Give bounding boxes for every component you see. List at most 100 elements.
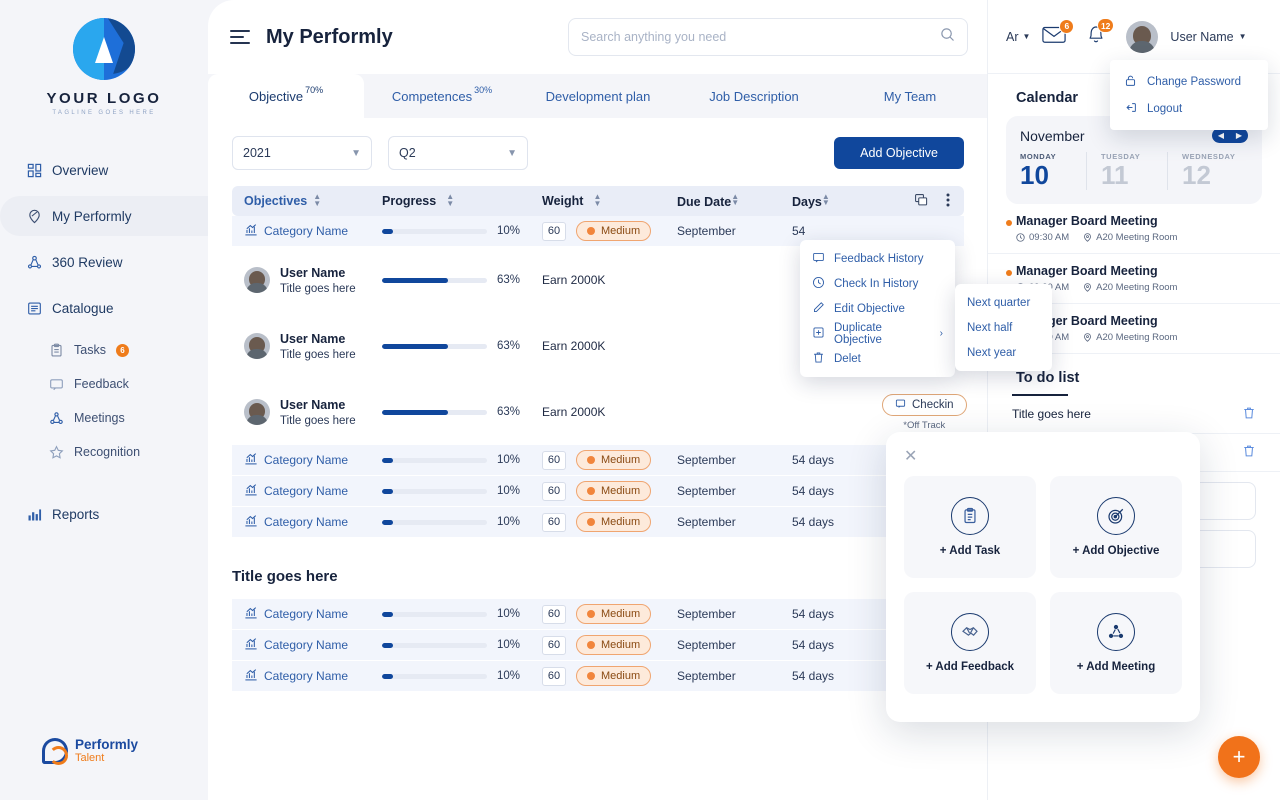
trash-icon[interactable]	[1242, 406, 1256, 423]
category-name: Category Name	[264, 669, 348, 683]
progress-bar	[382, 410, 487, 415]
weight-input[interactable]: 60	[542, 605, 566, 624]
menu-item-duplicate-objective[interactable]: Duplicate Objective ›	[800, 321, 955, 346]
avatar[interactable]	[1126, 21, 1158, 53]
add-floating-button[interactable]: +	[1218, 736, 1260, 778]
add-objective-button[interactable]: Add Objective	[834, 137, 964, 169]
calendar-nav[interactable]: ◀ ▶	[1212, 128, 1248, 143]
tab-job-description[interactable]: Job Description	[676, 74, 832, 118]
calendar-event[interactable]: Manager Board Meeting 09:30 AM A20 Meeti…	[988, 204, 1280, 254]
list-item[interactable]: Title goes here	[988, 396, 1280, 434]
quarter-select[interactable]: Q2 ▼	[388, 136, 528, 170]
sort-icon[interactable]: ▲▼	[731, 194, 738, 208]
year-select[interactable]: 2021 ▼	[232, 136, 372, 170]
row-name-cell: Category Name	[232, 452, 382, 469]
menu-item-change-password[interactable]: Change Password	[1110, 68, 1268, 95]
col-progress[interactable]: Progress▲▼	[382, 194, 542, 208]
priority-badge: Medium	[576, 512, 651, 532]
checkin-button[interactable]: Checkin	[882, 394, 967, 416]
menu-item-edit-objective[interactable]: Edit Objective	[800, 296, 955, 321]
weight-input[interactable]: 60	[542, 636, 566, 655]
checkin-icon	[895, 398, 906, 412]
submenu-item-next-quarter[interactable]: Next quarter	[955, 290, 1052, 315]
app-logo: YOUR LOGO TAGLINE GOES HERE	[0, 0, 208, 116]
sidebar-item-label: Overview	[52, 163, 108, 178]
table-row[interactable]: Category Name 10% 60 Medium September 54…	[232, 630, 964, 661]
row-days-cell: 54 days	[792, 515, 882, 529]
weight-input[interactable]: 60	[542, 482, 566, 501]
calendar-day[interactable]: WEDNESDAY 12	[1167, 152, 1248, 190]
submenu-item-next-half[interactable]: Next half	[955, 315, 1052, 340]
trash-icon[interactable]	[1242, 444, 1256, 461]
tab-objective[interactable]: Objective70%	[208, 74, 364, 118]
col-days[interactable]: Days▲▼	[792, 194, 882, 209]
sidebar-item-my-performly[interactable]: My Performly	[0, 196, 208, 236]
sort-icon[interactable]: ▲▼	[313, 194, 320, 208]
col-due-date[interactable]: Due Date▲▼	[677, 194, 792, 209]
main-content: 2021 ▼ Q2 ▼ Add Objective Objectives▲▼ P…	[208, 118, 988, 692]
weight-input[interactable]: 60	[542, 513, 566, 532]
search-input[interactable]	[581, 30, 932, 44]
search-icon[interactable]	[940, 27, 955, 47]
weight-input[interactable]: 60	[542, 451, 566, 470]
chevron-right-icon[interactable]: ▶	[1236, 132, 1242, 140]
chevron-down-icon: ▼	[1239, 32, 1247, 41]
duplicate-icon[interactable]	[914, 193, 928, 210]
calendar-day[interactable]: TUESDAY 11	[1086, 152, 1167, 190]
user-menu-trigger[interactable]: User Name ▼	[1170, 30, 1246, 44]
add-feedback-card[interactable]: + Add Feedback	[904, 592, 1036, 694]
location-pin-icon	[1083, 233, 1092, 242]
sidebar-item-catalogue[interactable]: Catalogue	[0, 288, 208, 328]
menu-item-logout[interactable]: Logout	[1110, 95, 1268, 122]
table-row[interactable]: Category Name 10% 60 Medium September 54…	[232, 507, 964, 538]
notifications-button[interactable]: 12	[1086, 24, 1106, 49]
sidebar-item-meetings[interactable]: Meetings	[0, 402, 208, 434]
sidebar-item-360-review[interactable]: 360 Review	[0, 242, 208, 282]
sidebar-item-tasks[interactable]: Tasks 6	[0, 334, 208, 366]
performly-talent-logo: Performly Talent	[42, 738, 138, 764]
submenu-item-next-year[interactable]: Next year	[955, 340, 1052, 365]
add-task-card[interactable]: + Add Task	[904, 476, 1036, 578]
close-icon[interactable]: ✕	[904, 446, 920, 466]
sidebar-item-reports[interactable]: Reports	[0, 494, 208, 534]
sub-row[interactable]: User Name Title goes here 63% Earn 2000K	[232, 379, 964, 445]
chevron-down-icon: ▼	[351, 148, 361, 159]
tab-my-team[interactable]: My Team	[832, 74, 988, 118]
search-box[interactable]	[568, 18, 968, 56]
table-row[interactable]: Category Name 10% 60 Medium September 54…	[232, 476, 964, 507]
calendar-day[interactable]: MONDAY 10	[1020, 152, 1086, 190]
add-meeting-card[interactable]: + Add Meeting	[1050, 592, 1182, 694]
language-selector[interactable]: Ar ▼	[1006, 30, 1030, 44]
weight-input[interactable]: 60	[542, 667, 566, 686]
add-objective-card[interactable]: + Add Objective	[1050, 476, 1182, 578]
user-name-label: User Name	[1170, 30, 1233, 44]
tab-competences[interactable]: Competences30%	[364, 74, 520, 118]
menu-toggle-icon[interactable]	[230, 26, 250, 48]
chevron-left-icon[interactable]: ◀	[1218, 132, 1224, 140]
sidebar-item-label: Recognition	[74, 445, 140, 459]
menu-item-check-in-history[interactable]: Check In History	[800, 271, 955, 296]
progress-value: 63%	[497, 340, 520, 352]
col-weight[interactable]: Weight▲▼	[542, 194, 677, 208]
sidebar-item-recognition[interactable]: Recognition	[0, 436, 208, 468]
messages-button[interactable]: 6	[1042, 25, 1066, 49]
sort-icon[interactable]: ▲▼	[446, 194, 453, 208]
tab-development-plan[interactable]: Development plan	[520, 74, 676, 118]
sort-icon[interactable]: ▲▼	[593, 194, 600, 208]
day-number: 12	[1182, 161, 1248, 190]
more-options-icon[interactable]	[946, 193, 950, 210]
sidebar-item-overview[interactable]: Overview	[0, 150, 208, 190]
priority-badge: Medium	[576, 604, 651, 624]
table-row[interactable]: Category Name 10% 60 Medium September 54…	[232, 599, 964, 630]
progress-bar	[382, 612, 487, 617]
menu-item-feedback-history[interactable]: Feedback History	[800, 246, 955, 271]
col-objectives[interactable]: Objectives▲▼	[232, 194, 382, 208]
sort-icon[interactable]: ▲▼	[822, 194, 829, 208]
weight-input[interactable]: 60	[542, 222, 566, 241]
table-row[interactable]: Category Name 10% 60 Medium September 54…	[232, 661, 964, 692]
event-title: Manager Board Meeting	[1016, 214, 1262, 228]
sidebar-item-feedback[interactable]: Feedback	[0, 368, 208, 400]
menu-item-delete[interactable]: Delet	[800, 346, 955, 371]
table-row[interactable]: Category Name 10% 60 Medium September 54…	[232, 445, 964, 476]
event-title: Manager Board Meeting	[1016, 314, 1262, 328]
